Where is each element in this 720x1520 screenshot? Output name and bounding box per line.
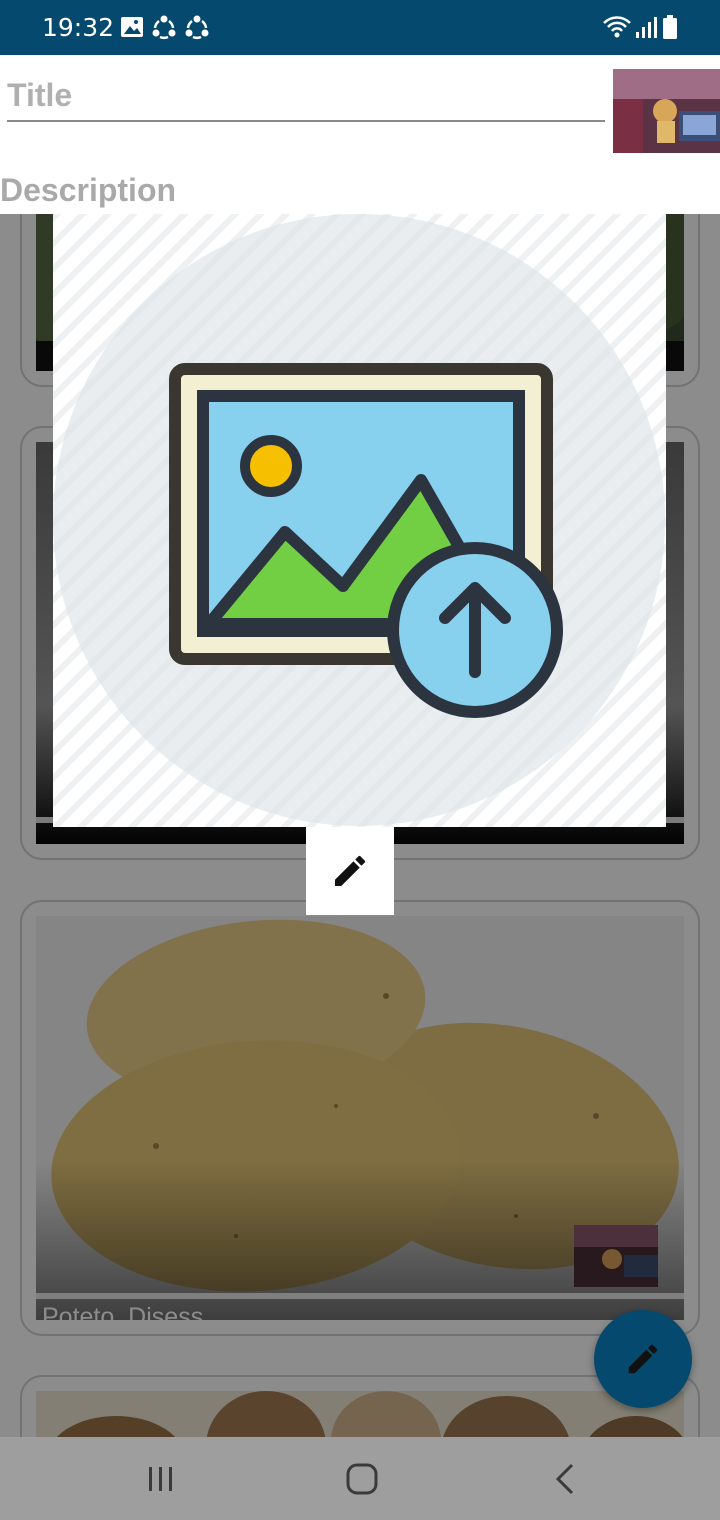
signal-icon bbox=[634, 14, 658, 45]
image-icon bbox=[120, 14, 144, 45]
home-icon bbox=[346, 1463, 378, 1495]
back-button[interactable] bbox=[534, 1457, 594, 1501]
title-input[interactable] bbox=[7, 70, 605, 122]
status-time: 19:32 bbox=[42, 13, 115, 42]
edit-image-button[interactable] bbox=[306, 827, 394, 915]
pencil-icon bbox=[628, 1344, 658, 1374]
status-bar: 19:32 bbox=[0, 0, 720, 55]
pencil-icon bbox=[335, 855, 366, 886]
sync-icon bbox=[184, 14, 210, 45]
wifi-icon bbox=[602, 14, 632, 45]
recent-apps-button[interactable] bbox=[131, 1457, 191, 1501]
image-upload-icon bbox=[53, 214, 666, 827]
system-nav-bar bbox=[0, 1437, 720, 1520]
battery-icon bbox=[662, 14, 678, 45]
sync-icon bbox=[151, 14, 177, 45]
description-label[interactable]: Description bbox=[0, 172, 176, 209]
back-icon bbox=[555, 1463, 574, 1495]
compose-fab[interactable] bbox=[594, 1310, 692, 1408]
recent-apps-icon bbox=[149, 1467, 172, 1491]
photo-thumbnail[interactable] bbox=[613, 69, 720, 153]
home-button[interactable] bbox=[332, 1457, 392, 1501]
image-upload-area[interactable] bbox=[53, 214, 666, 827]
